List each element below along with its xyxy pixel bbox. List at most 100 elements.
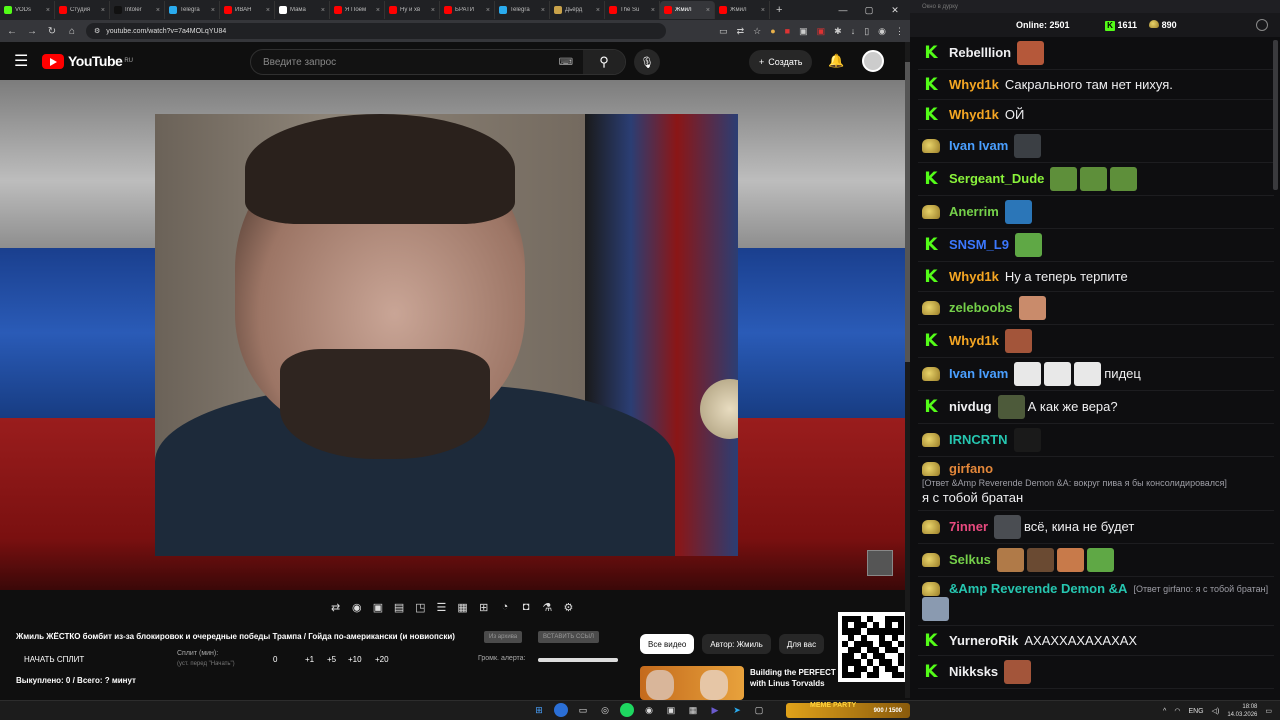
tab-close-icon[interactable]: × bbox=[596, 7, 600, 14]
chat-emote[interactable] bbox=[1014, 362, 1042, 386]
split-plus10-button[interactable]: +10 bbox=[348, 655, 362, 664]
chat-username[interactable]: SNSM_L9 bbox=[949, 237, 1009, 253]
chat-scrollbar[interactable] bbox=[1273, 40, 1278, 190]
minimize-button[interactable]: — bbox=[830, 5, 856, 15]
chip-author[interactable]: Автор: Жмиль bbox=[702, 634, 771, 654]
hamburger-menu-icon[interactable]: ☰ bbox=[14, 51, 34, 71]
reload-icon[interactable]: ↻ bbox=[46, 26, 58, 37]
settings-gear-icon[interactable]: ⚙ bbox=[560, 598, 577, 616]
watch-icon[interactable]: ▣ bbox=[369, 598, 386, 616]
voice-search-button[interactable]: 🎙 bbox=[634, 49, 660, 75]
chat-username[interactable]: nivdug bbox=[949, 399, 992, 415]
flask-icon[interactable]: ⚗ bbox=[539, 598, 556, 616]
resize-icon[interactable]: ◳ bbox=[412, 598, 429, 616]
chevron-up-icon[interactable]: ^ bbox=[1163, 708, 1166, 715]
list-icon[interactable]: ☰ bbox=[433, 598, 450, 616]
chat-username[interactable]: Whyd1k bbox=[949, 107, 999, 123]
browser-tab[interactable]: ИВАН × bbox=[220, 1, 275, 19]
chat-username[interactable]: Whyd1k bbox=[949, 333, 999, 349]
tab-close-icon[interactable]: × bbox=[156, 7, 160, 14]
browser-tab[interactable]: Telegra × bbox=[165, 1, 220, 19]
account-avatar[interactable] bbox=[862, 50, 884, 72]
address-bar[interactable]: ⚙ youtube.com/watch?v=7a4MOLqYU84 bbox=[86, 23, 666, 39]
spotify-icon[interactable] bbox=[620, 703, 634, 717]
loop-icon[interactable]: ⇄ bbox=[327, 598, 344, 616]
split-value-0[interactable]: 0 bbox=[273, 655, 277, 664]
browser-tab[interactable]: Дьёрд × bbox=[550, 1, 605, 19]
tab-close-icon[interactable]: × bbox=[651, 7, 655, 14]
search-input[interactable]: Введите запрос bbox=[251, 57, 559, 68]
start-split-button[interactable]: НАЧАТЬ СПЛИТ bbox=[24, 655, 84, 664]
chip-for-you[interactable]: Для вас bbox=[778, 634, 825, 654]
browser-tab[interactable]: VODs × bbox=[0, 1, 55, 19]
chip-all[interactable]: Все видео bbox=[640, 634, 695, 654]
chat-emote[interactable] bbox=[997, 395, 1025, 419]
chat-username[interactable]: &Amp Reverende Demon &A bbox=[949, 581, 1127, 597]
chat-username[interactable]: Rebelllion bbox=[949, 45, 1011, 61]
tab-close-icon[interactable]: × bbox=[706, 7, 710, 14]
chat-emote[interactable] bbox=[1013, 428, 1041, 452]
split-plus20-button[interactable]: +20 bbox=[375, 655, 389, 664]
puzzle-icon[interactable]: ✱ bbox=[834, 26, 842, 37]
film-icon[interactable]: ▤ bbox=[391, 598, 408, 616]
browser-tab[interactable]: Мама × bbox=[275, 1, 330, 19]
browser-tab[interactable]: Ну и хв × bbox=[385, 1, 440, 19]
tab-close-icon[interactable]: × bbox=[486, 7, 490, 14]
sidepanel-icon[interactable]: ▯ bbox=[864, 26, 869, 37]
split-plus5-button[interactable]: +5 bbox=[327, 655, 336, 664]
tab-close-icon[interactable]: × bbox=[46, 7, 50, 14]
chat-username[interactable]: Whyd1k bbox=[949, 269, 999, 285]
chrome-icon[interactable] bbox=[554, 703, 568, 717]
language-indicator[interactable]: ENG bbox=[1188, 708, 1203, 715]
download-icon[interactable]: ↓ bbox=[851, 26, 856, 36]
extension-icon[interactable]: ▣ bbox=[817, 26, 826, 37]
keyboard-icon[interactable]: ⌨ bbox=[559, 57, 573, 68]
chat-username[interactable]: zeleboobs bbox=[949, 300, 1013, 316]
home-icon[interactable]: ⌂ bbox=[66, 26, 78, 37]
steam-icon[interactable]: ◎ bbox=[598, 703, 612, 717]
app-icon[interactable]: ▣ bbox=[664, 703, 678, 717]
chat-emote[interactable] bbox=[1004, 660, 1032, 684]
clock[interactable]: 18:08 14.03.2026 bbox=[1227, 703, 1257, 719]
archive-pill[interactable]: Из архива bbox=[484, 631, 523, 643]
folder-icon[interactable]: ▭ bbox=[576, 703, 590, 717]
browser-tab[interactable]: Intoler × bbox=[110, 1, 165, 19]
chat-emote[interactable] bbox=[1050, 167, 1078, 191]
new-tab-button[interactable]: + bbox=[770, 4, 788, 16]
telegram-icon[interactable]: ➤ bbox=[730, 703, 744, 717]
chat-emote[interactable] bbox=[1004, 329, 1032, 353]
chat-emote[interactable] bbox=[996, 548, 1024, 572]
cast-icon[interactable]: ▭ bbox=[719, 26, 728, 37]
chat-username[interactable]: Anerrim bbox=[949, 204, 999, 220]
chat-settings-icon[interactable] bbox=[1256, 19, 1268, 31]
chat-username[interactable]: Ivan Ivam bbox=[949, 366, 1008, 382]
alert-volume-slider[interactable] bbox=[538, 658, 618, 662]
chat-emote[interactable] bbox=[1110, 167, 1138, 191]
tab-close-icon[interactable]: × bbox=[101, 7, 105, 14]
volume-icon[interactable]: ◁) bbox=[1212, 707, 1220, 715]
app-icon[interactable]: ▦ bbox=[686, 703, 700, 717]
split-plus1-button[interactable]: +1 bbox=[305, 655, 314, 664]
chat-username[interactable]: Nikksks bbox=[949, 664, 998, 680]
menu-icon[interactable]: ⋮ bbox=[895, 26, 904, 37]
browser-tab[interactable]: Жмил × bbox=[660, 1, 715, 19]
tab-close-icon[interactable]: × bbox=[431, 7, 435, 14]
wifi-icon[interactable]: ◠ bbox=[1174, 707, 1180, 715]
chat-emote[interactable] bbox=[1014, 233, 1042, 257]
add-icon[interactable]: ⊞ bbox=[475, 598, 492, 616]
video-player[interactable] bbox=[0, 80, 905, 590]
create-button[interactable]: + Создать bbox=[749, 50, 813, 74]
recommend-title[interactable]: Building the PERFECT with Linus Torvalds bbox=[750, 667, 840, 689]
frame-icon[interactable]: ▦ bbox=[454, 598, 471, 616]
chat-username[interactable]: Sergeant_Dude bbox=[949, 171, 1044, 187]
translate-icon[interactable]: ⇄ bbox=[737, 26, 745, 37]
camera-icon[interactable]: ◘ bbox=[518, 598, 535, 616]
start-icon[interactable]: ⊞ bbox=[532, 703, 546, 717]
chat-emote[interactable] bbox=[994, 515, 1022, 539]
obs-icon[interactable]: ◉ bbox=[642, 703, 656, 717]
chat-username[interactable]: YurneroRik bbox=[949, 633, 1018, 649]
extension-icon[interactable]: ● bbox=[770, 26, 775, 36]
bookmark-star-icon[interactable]: ☆ bbox=[753, 26, 761, 37]
media-icon[interactable]: ▶ bbox=[708, 703, 722, 717]
browser-tab[interactable]: БРАТИ × bbox=[440, 1, 495, 19]
